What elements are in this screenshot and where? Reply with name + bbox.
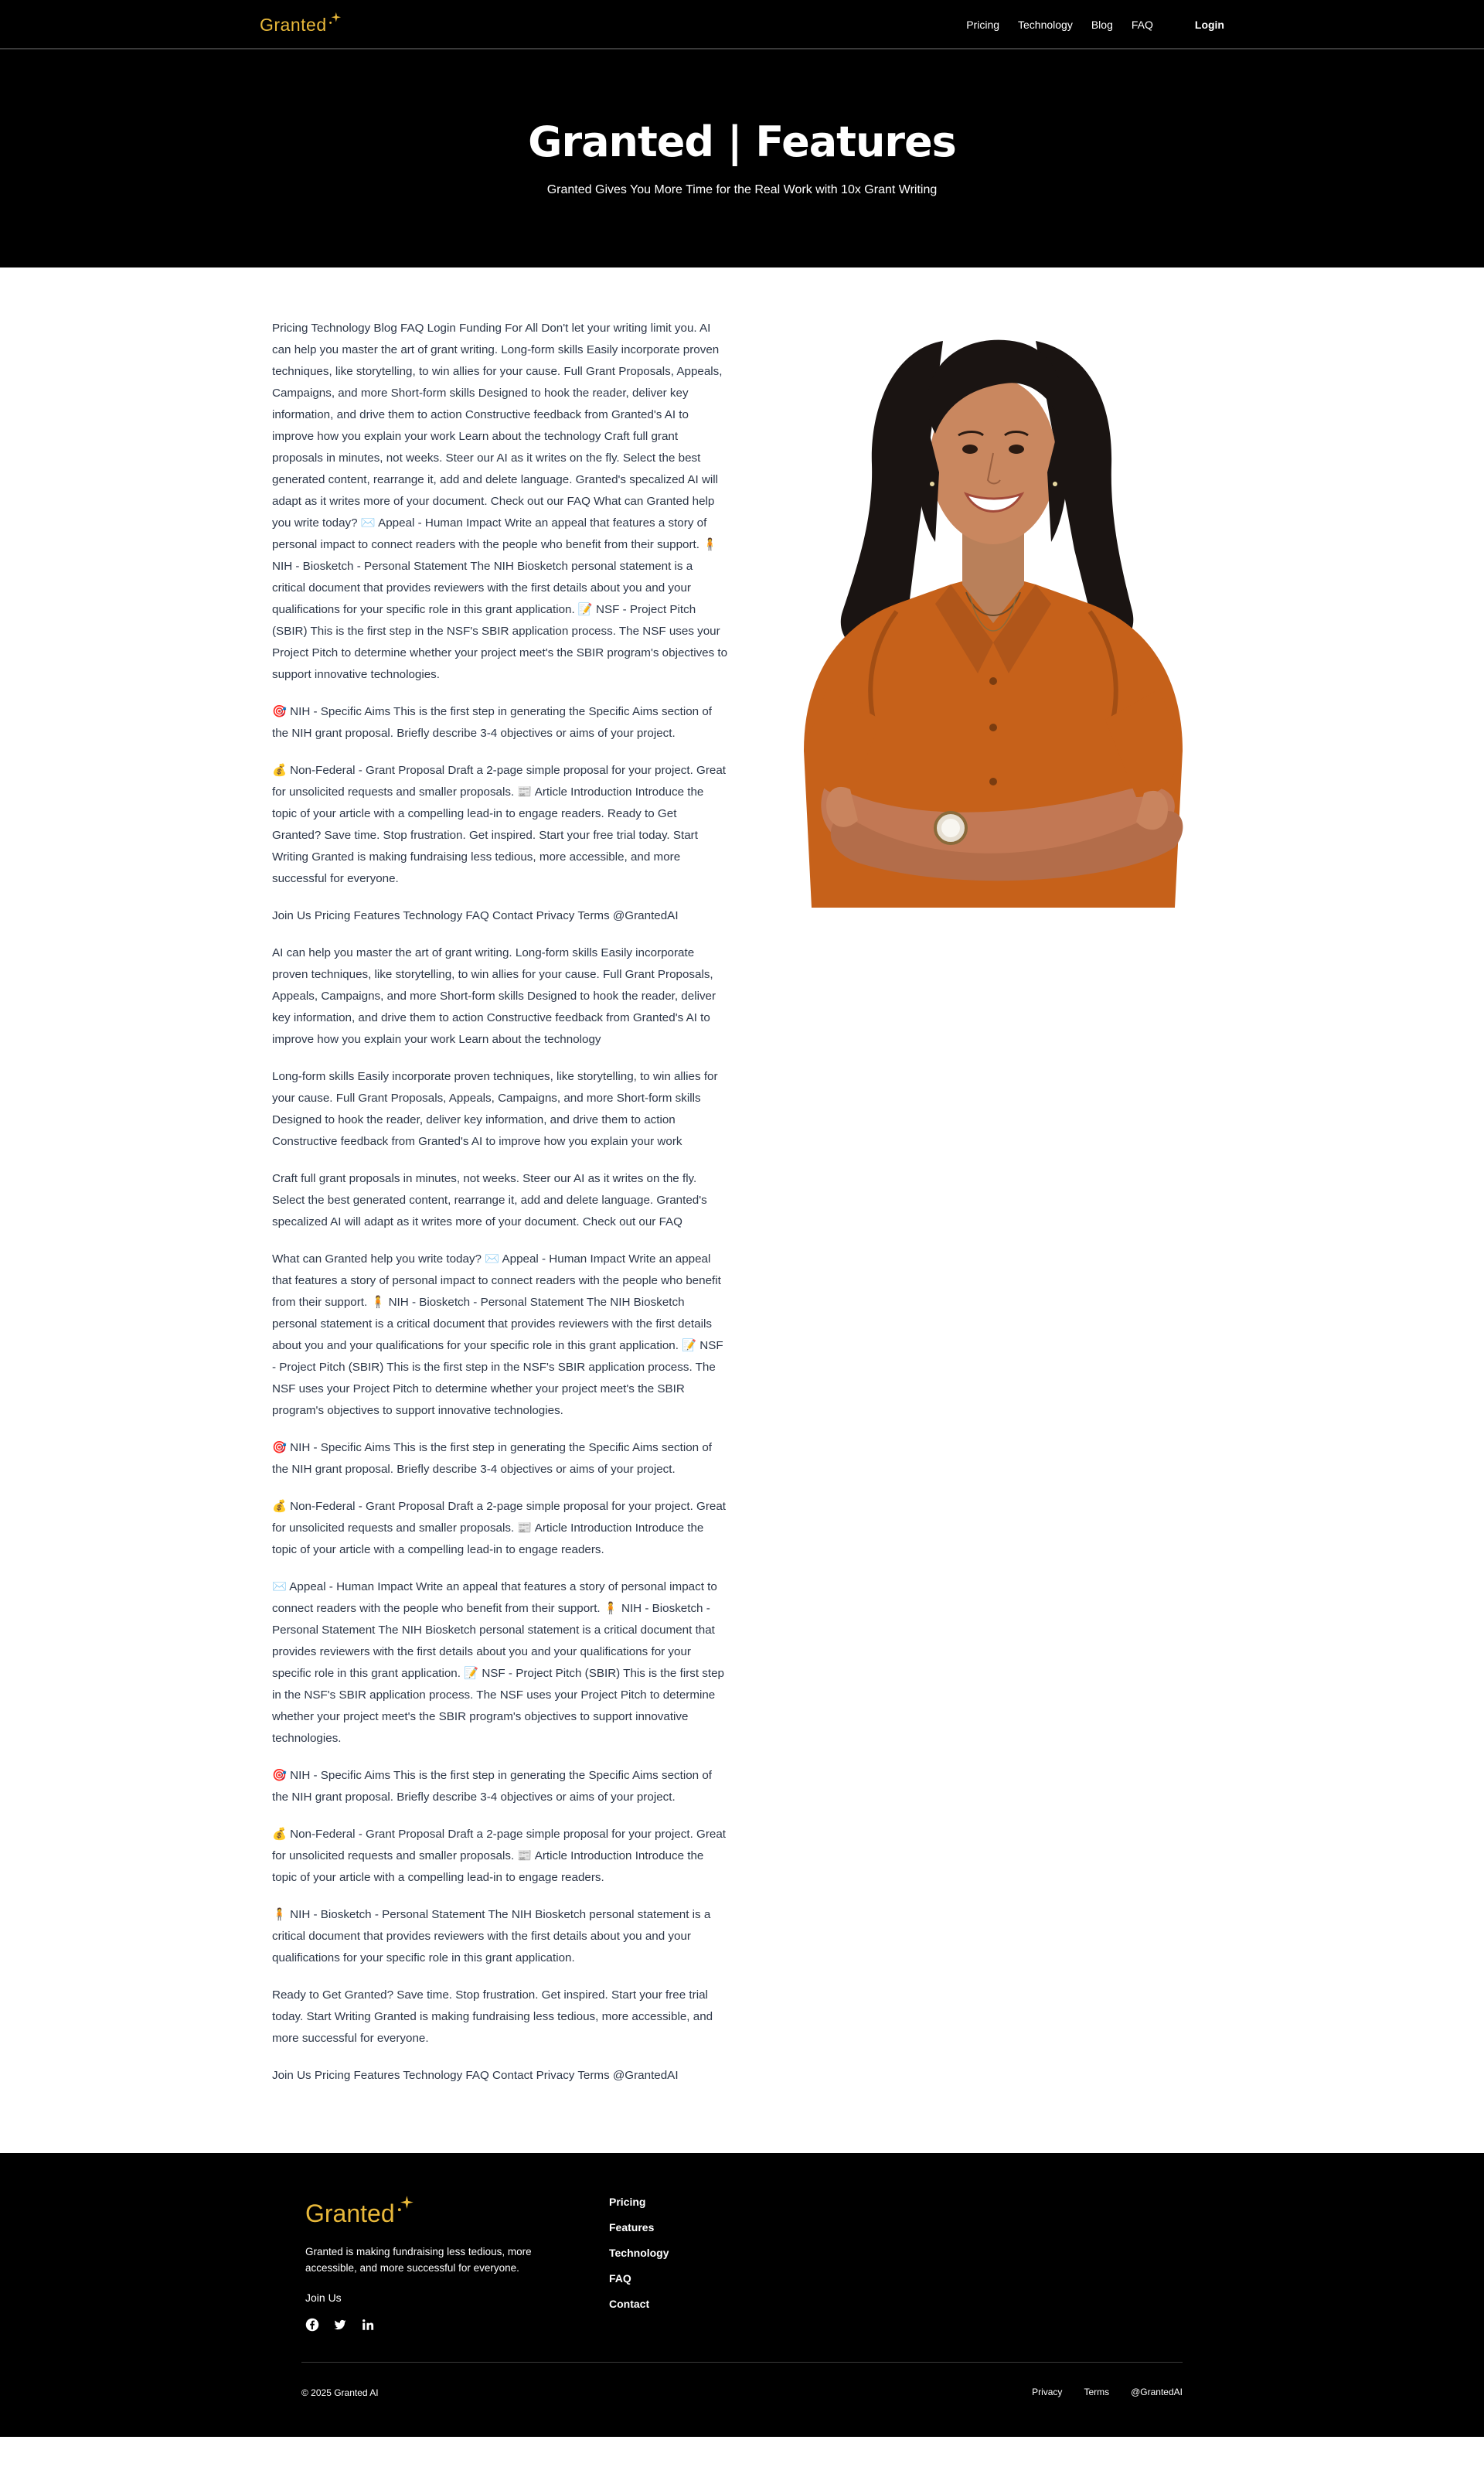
footer-logo-text: Granted bbox=[305, 2199, 395, 2227]
footer-link-features[interactable]: Features bbox=[609, 2221, 654, 2234]
feature-paragraph: Pricing Technology Blog FAQ Login Fundin… bbox=[272, 322, 728, 681]
footer-brand: Granted Granted is making fundraising le… bbox=[305, 2196, 553, 2332]
page-subtitle: Granted Gives You More Time for the Real… bbox=[546, 183, 938, 196]
nav-link-pricing[interactable]: Pricing bbox=[966, 19, 999, 31]
feature-paragraph: 💰 Non-Federal - Grant Proposal Draft a 2… bbox=[272, 1828, 727, 1884]
nav-link-blog[interactable]: Blog bbox=[1091, 19, 1113, 31]
feature-paragraph: 💰 Non-Federal - Grant Proposal Draft a 2… bbox=[272, 1500, 727, 1556]
footer-link-technology[interactable]: Technology bbox=[609, 2247, 669, 2259]
twitter-icon[interactable] bbox=[333, 2318, 347, 2332]
hero-banner: Granted | Features Granted Gives You Mor… bbox=[0, 49, 1484, 267]
footer-divider bbox=[301, 2362, 1183, 2363]
footer-link-contact[interactable]: Contact bbox=[609, 2298, 649, 2310]
feature-paragraph: Join Us Pricing Features Technology FAQ … bbox=[272, 909, 679, 922]
twitter-handle-link[interactable]: @GrantedAI bbox=[1131, 2387, 1183, 2397]
terms-link[interactable]: Terms bbox=[1084, 2387, 1109, 2397]
features-text-column: Pricing Technology Blog FAQ Login Fundin… bbox=[272, 318, 728, 2087]
feature-paragraph: Long-form skills Easily incorporate prov… bbox=[272, 1070, 718, 1148]
privacy-link[interactable]: Privacy bbox=[1032, 2387, 1062, 2397]
woman-portrait-image bbox=[804, 339, 1183, 908]
feature-paragraph: Craft full grant proposals in minutes, n… bbox=[272, 1172, 707, 1228]
sparkle-icon bbox=[328, 12, 341, 24]
main-content: Pricing Technology Blog FAQ Login Fundin… bbox=[0, 267, 1484, 2153]
copyright-text: © 2025 Granted AI bbox=[301, 2387, 379, 2398]
feature-paragraph: Join Us Pricing Features Technology FAQ … bbox=[272, 2069, 679, 2082]
feature-paragraph: Ready to Get Granted? Save time. Stop fr… bbox=[272, 1988, 713, 2045]
nav-link-technology[interactable]: Technology bbox=[1018, 19, 1073, 31]
facebook-icon[interactable] bbox=[305, 2318, 319, 2332]
feature-paragraph: What can Granted help you write today? ✉… bbox=[272, 1252, 723, 1417]
feature-paragraph: 💰 Non-Federal - Grant Proposal Draft a 2… bbox=[272, 764, 727, 885]
footer-logo[interactable]: Granted bbox=[305, 2196, 553, 2228]
feature-paragraph: ✉️ Appeal - Human Impact Write an appeal… bbox=[272, 1580, 724, 1745]
sparkle-icon bbox=[397, 2196, 414, 2212]
footer-bottom-links: Privacy Terms @GrantedAI bbox=[1032, 2387, 1183, 2397]
feature-paragraph: AI can help you master the art of grant … bbox=[272, 946, 716, 1046]
feature-paragraph: 🎯 NIH - Specific Aims This is the first … bbox=[272, 1441, 712, 1476]
page-title: Granted | Features bbox=[528, 118, 957, 166]
feature-paragraph: 🎯 NIH - Specific Aims This is the first … bbox=[272, 1769, 712, 1804]
footer-link-pricing[interactable]: Pricing bbox=[609, 2196, 645, 2208]
site-footer: Granted Granted is making fundraising le… bbox=[0, 2153, 1484, 2437]
footer-join-label: Join Us bbox=[305, 2291, 342, 2304]
footer-link-faq[interactable]: FAQ bbox=[609, 2272, 631, 2285]
social-links bbox=[305, 2318, 553, 2332]
linkedin-icon[interactable] bbox=[361, 2318, 375, 2332]
footer-description: Granted is making fundraising less tedio… bbox=[305, 2246, 532, 2274]
nav-links: Pricing Technology Blog FAQ Login bbox=[966, 19, 1224, 31]
login-link[interactable]: Login bbox=[1195, 19, 1224, 31]
brand-logo-text: Granted bbox=[260, 14, 327, 35]
top-navbar: Granted Pricing Technology Blog FAQ Logi… bbox=[0, 0, 1484, 49]
feature-paragraph: 🎯 NIH - Specific Aims This is the first … bbox=[272, 705, 712, 740]
footer-links: Pricing Features Technology FAQ Contact bbox=[609, 2196, 669, 2323]
nav-link-faq[interactable]: FAQ bbox=[1132, 19, 1153, 31]
feature-paragraph: 🧍 NIH - Biosketch - Personal Statement T… bbox=[272, 1908, 711, 1964]
brand-logo[interactable]: Granted bbox=[260, 12, 342, 36]
